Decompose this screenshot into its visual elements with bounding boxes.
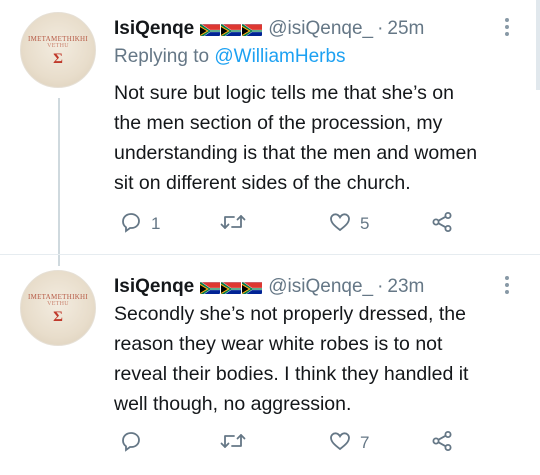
more-vertical-icon[interactable] xyxy=(500,16,514,38)
tweet-actions: 1 5 xyxy=(114,209,514,239)
handle[interactable]: @isiQenqe_ xyxy=(268,276,373,298)
like-button[interactable]: 5 xyxy=(328,209,369,239)
tweet-actions: 7 xyxy=(114,428,514,458)
avatar-text-line2: VETHU xyxy=(47,42,69,49)
tweet-text: Secondly she’s not properly dressed, the… xyxy=(114,299,514,419)
replying-to-mention[interactable]: @WilliamHerbs xyxy=(214,46,345,67)
tweet-text: Not sure but logic tells me that she’s o… xyxy=(114,78,514,198)
south-africa-flag-icon xyxy=(221,22,242,36)
reply-button[interactable]: 1 xyxy=(119,209,160,239)
south-africa-flag-icon xyxy=(200,22,221,36)
avatar-sigma-symbol: Σ xyxy=(53,51,63,68)
avatar-sigma-symbol: Σ xyxy=(53,309,63,326)
share-button[interactable] xyxy=(430,428,454,458)
tweet-header: IsiQenqe @isiQenqe_ · 23m xyxy=(114,272,514,302)
avatar[interactable]: IMETAMETHIKHI VETHU Σ xyxy=(20,270,96,346)
display-name[interactable]: IsiQenqe xyxy=(114,276,194,298)
tweet-text-line: Secondly she’s not properly dressed, the xyxy=(114,303,466,325)
tweet-1[interactable]: IMETAMETHIKHI VETHU Σ IsiQenqe @isiQenqe… xyxy=(0,0,540,266)
reply-icon xyxy=(119,429,143,458)
share-icon xyxy=(430,210,454,239)
tweet-text-line: sit on different sides of the church. xyxy=(114,172,411,194)
replying-to-label: Replying to xyxy=(114,46,210,67)
timestamp[interactable]: 25m xyxy=(387,18,424,40)
thread-connector-line xyxy=(58,98,60,266)
south-africa-flag-icon xyxy=(242,22,263,36)
share-button[interactable] xyxy=(430,209,454,239)
south-africa-flag-icon xyxy=(242,280,263,294)
tweet-header: IsiQenqe @isiQenqe_ · 25m xyxy=(114,14,514,44)
separator-dot: · xyxy=(377,276,384,297)
south-africa-flag-icon xyxy=(221,280,242,294)
retweet-icon xyxy=(219,429,247,458)
reply-button[interactable] xyxy=(119,428,151,458)
tweet-2[interactable]: IMETAMETHIKHI VETHU Σ IsiQenqe @isiQenqe… xyxy=(0,254,540,475)
flag-emojis xyxy=(200,280,263,294)
heart-icon xyxy=(328,210,352,239)
replying-to: Replying to @WilliamHerbs xyxy=(114,46,346,68)
retweet-button[interactable] xyxy=(219,209,255,239)
tweet-text-line: understanding is that the men and women xyxy=(114,142,478,164)
avatar-text-line2: VETHU xyxy=(47,300,69,307)
like-count: 5 xyxy=(360,214,370,233)
tweet-text-line: the men section of the procession, my xyxy=(114,112,443,134)
heart-icon xyxy=(328,429,352,458)
tweet-text-line: reason they wear white robes is to not xyxy=(114,333,443,355)
handle[interactable]: @isiQenqe_ xyxy=(268,18,373,40)
reply-icon xyxy=(119,210,143,239)
like-count: 7 xyxy=(360,433,370,452)
south-africa-flag-icon xyxy=(200,280,221,294)
avatar[interactable]: IMETAMETHIKHI VETHU Σ xyxy=(20,12,96,88)
reply-count: 1 xyxy=(151,214,161,233)
tweet-text-line: Not sure but logic tells me that she’s o… xyxy=(114,82,454,104)
share-icon xyxy=(430,429,454,458)
tweet-text-line: reveal their bodies. I think they handle… xyxy=(114,363,469,385)
more-vertical-icon[interactable] xyxy=(500,274,514,296)
retweet-icon xyxy=(219,210,247,239)
separator-dot: · xyxy=(377,18,384,39)
flag-emojis xyxy=(200,22,263,36)
like-button[interactable]: 7 xyxy=(328,428,369,458)
retweet-button[interactable] xyxy=(219,428,255,458)
tweet-text-line: well though, no aggression. xyxy=(114,393,352,415)
scrollbar[interactable] xyxy=(536,0,540,90)
display-name[interactable]: IsiQenqe xyxy=(114,18,194,40)
timestamp[interactable]: 23m xyxy=(387,276,424,298)
